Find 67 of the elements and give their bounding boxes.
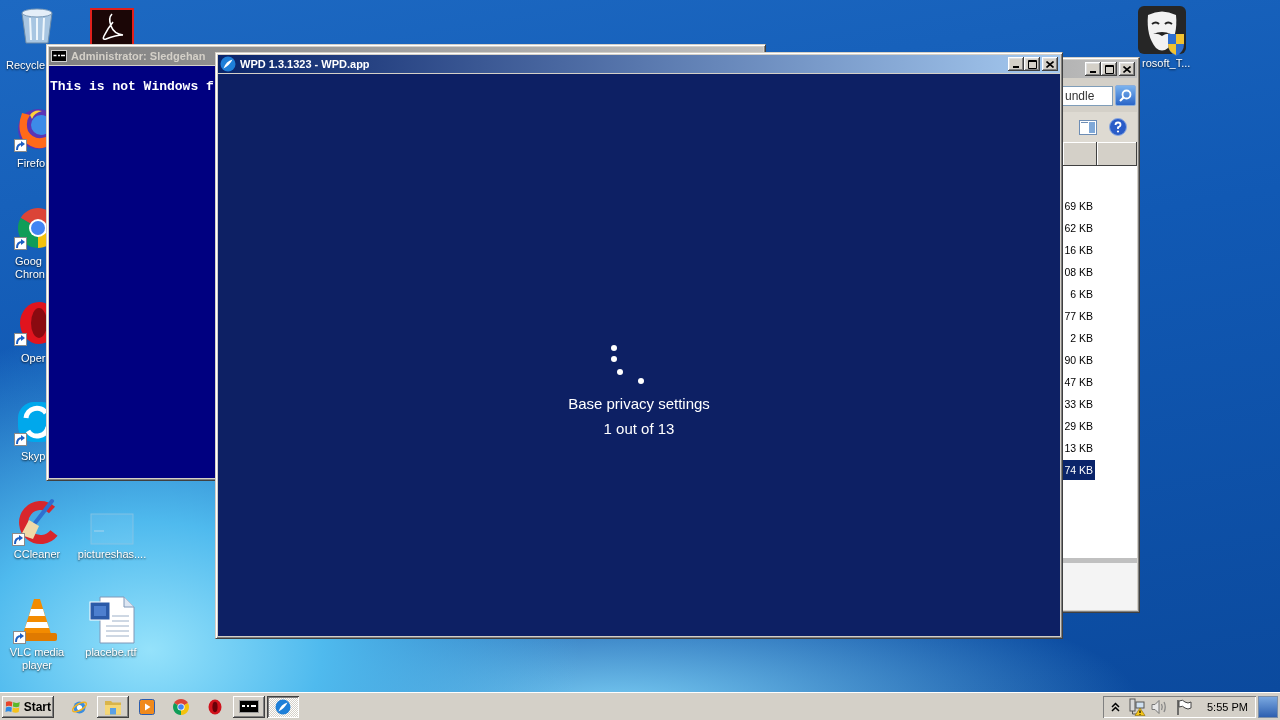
file-size-cell[interactable]: 77 KB bbox=[1063, 306, 1095, 326]
start-button[interactable]: Start bbox=[2, 695, 54, 718]
flag-icon[interactable] bbox=[1176, 698, 1192, 715]
maximize-icon bbox=[1027, 59, 1037, 69]
step-counter: 1 out of 13 bbox=[603, 420, 675, 438]
file-size-cell[interactable]: 62 KB bbox=[1063, 218, 1095, 238]
taskbar-button[interactable] bbox=[97, 695, 129, 718]
feather-icon bbox=[220, 56, 236, 72]
preview-pane-icon[interactable] bbox=[1079, 119, 1097, 135]
close-icon bbox=[1046, 60, 1054, 68]
help-icon[interactable] bbox=[1109, 118, 1127, 136]
desktop-icon-label[interactable]: Oper bbox=[21, 352, 46, 365]
file-size-cell[interactable]: 33 KB bbox=[1063, 394, 1095, 414]
file-size-cell[interactable]: 69 KB bbox=[1063, 196, 1095, 216]
close-button[interactable] bbox=[1042, 57, 1058, 71]
folder-icon bbox=[104, 698, 122, 715]
column-header[interactable] bbox=[1063, 142, 1097, 166]
window-title: Administrator: Sledgehan bbox=[71, 50, 206, 62]
opera-icon[interactable] bbox=[208, 698, 222, 715]
taskbar-button[interactable] bbox=[233, 695, 265, 718]
minimize-icon bbox=[1013, 66, 1019, 68]
minimize-button[interactable] bbox=[1008, 57, 1024, 71]
maximize-icon bbox=[1104, 64, 1114, 74]
maximize-button[interactable] bbox=[1024, 57, 1040, 71]
feather-icon bbox=[275, 698, 291, 715]
media-play-icon[interactable] bbox=[139, 698, 155, 715]
search-icon bbox=[1119, 89, 1132, 102]
status-text: Base privacy settings bbox=[568, 395, 710, 413]
file-size-cell[interactable]: 29 KB bbox=[1063, 416, 1095, 436]
globe-orbit-icon[interactable] bbox=[70, 698, 88, 715]
mask-shield-icon[interactable] bbox=[1138, 6, 1186, 56]
console-icon bbox=[239, 700, 259, 713]
clock[interactable]: 5:55 PM bbox=[1207, 700, 1248, 713]
desktop-icon-label[interactable]: Firefo bbox=[17, 157, 46, 170]
file-size-cell[interactable]: 6 KB bbox=[1069, 284, 1095, 304]
file-size-cell[interactable]: 08 KB bbox=[1063, 262, 1095, 282]
console-line: This is not Windows f bbox=[50, 79, 214, 95]
desktop-icon-label[interactable]: Recycle bbox=[6, 59, 46, 72]
show-desktop-button[interactable] bbox=[1258, 695, 1278, 718]
network-warning-icon[interactable] bbox=[1128, 697, 1146, 716]
document-icon[interactable] bbox=[88, 596, 136, 644]
speaker-icon[interactable] bbox=[1151, 698, 1169, 715]
search-button[interactable] bbox=[1115, 85, 1136, 106]
file-size-cell[interactable]: 16 KB bbox=[1063, 240, 1095, 260]
file-size-cell[interactable]: 13 KB bbox=[1063, 438, 1095, 458]
file-size-cell[interactable]: 74 KB bbox=[1063, 460, 1095, 480]
pdf-file-icon[interactable] bbox=[90, 8, 134, 44]
desktop-icon-label[interactable]: Goog Chron bbox=[15, 255, 45, 281]
file-size-cell[interactable]: 47 KB bbox=[1063, 372, 1095, 392]
chrome-icon[interactable] bbox=[173, 698, 189, 715]
windows-flag-icon bbox=[5, 699, 21, 714]
minimize-button[interactable] bbox=[1085, 62, 1101, 76]
taskbar-button[interactable] bbox=[267, 695, 299, 718]
file-size-cell[interactable]: 90 KB bbox=[1063, 350, 1095, 370]
column-header[interactable] bbox=[1097, 142, 1137, 166]
minimize-icon bbox=[1090, 71, 1096, 73]
chevron-up-icon[interactable] bbox=[1111, 701, 1120, 712]
desktop-icon-label[interactable]: rosoft_T... bbox=[1142, 57, 1191, 70]
console-icon bbox=[51, 50, 67, 62]
skype-icon[interactable] bbox=[14, 400, 46, 446]
close-button[interactable] bbox=[1119, 62, 1135, 76]
maximize-button[interactable] bbox=[1101, 62, 1117, 76]
close-icon bbox=[1123, 65, 1131, 73]
window-title: WPD 1.3.1323 - WPD.app bbox=[240, 58, 370, 70]
recycle-bin-icon[interactable] bbox=[18, 8, 56, 44]
search-field[interactable]: undle bbox=[1063, 86, 1113, 106]
file-size-cell[interactable]: 2 KB bbox=[1069, 328, 1095, 348]
